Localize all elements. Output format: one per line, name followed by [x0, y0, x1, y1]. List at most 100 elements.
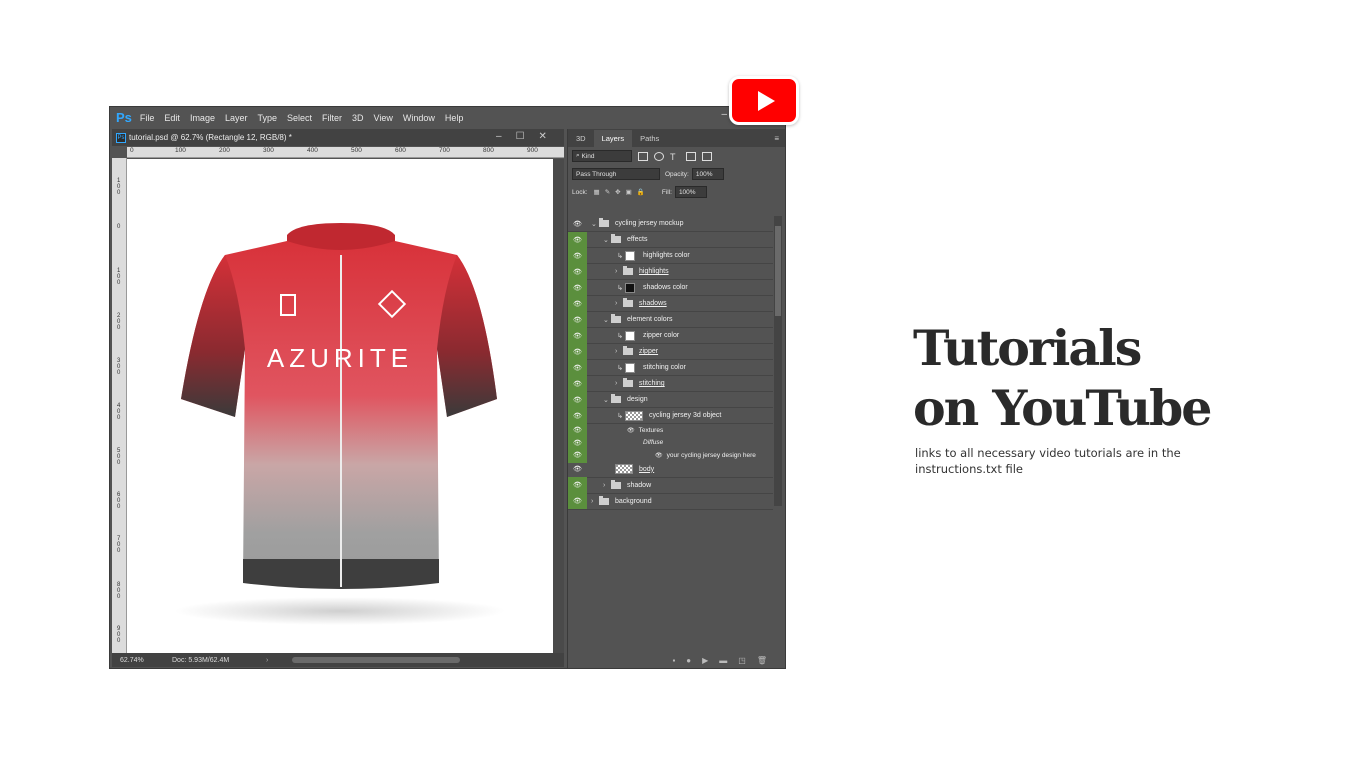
- chevron-down-icon[interactable]: ⌄: [603, 396, 611, 404]
- visibility-eye-icon[interactable]: 👁: [568, 493, 587, 509]
- sub-visibility-eye-icon[interactable]: 👁: [655, 452, 663, 459]
- type-filter-icon[interactable]: T: [670, 152, 680, 162]
- layer-row[interactable]: 👁 › shadow: [568, 477, 773, 494]
- layer-row[interactable]: 👁 👁 your cycling jersey design here: [568, 447, 773, 464]
- visibility-eye-icon[interactable]: 👁: [568, 343, 587, 360]
- menu-filter[interactable]: Filter: [322, 113, 342, 123]
- layer-row[interactable]: 👁 👁 Textures: [568, 422, 773, 439]
- visibility-eye-icon[interactable]: 👁: [568, 375, 587, 392]
- visibility-eye-icon[interactable]: 👁: [568, 263, 587, 280]
- chevron-right-icon[interactable]: ›: [591, 498, 599, 505]
- visibility-eye-icon[interactable]: 👁: [568, 295, 587, 312]
- menu-window[interactable]: Window: [403, 113, 435, 123]
- adjustment-filter-icon[interactable]: [654, 151, 664, 161]
- lock-icons[interactable]: ▦✎✥▣🔒: [594, 188, 650, 196]
- chevron-right-icon[interactable]: ›: [615, 380, 623, 387]
- layers-scrollbar[interactable]: [774, 216, 782, 506]
- ruler-vertical[interactable]: 100 0 100 200 300 400 500 600 700 800 90…: [112, 158, 127, 653]
- menu-help[interactable]: Help: [445, 113, 464, 123]
- menu-layer[interactable]: Layer: [225, 113, 248, 123]
- layer-row[interactable]: 👁 › background: [568, 493, 773, 510]
- tab-3d[interactable]: 3D: [568, 130, 594, 147]
- fill-label: Fill:: [661, 188, 672, 196]
- sub-visibility-eye-icon[interactable]: 👁: [627, 427, 635, 434]
- layer-row[interactable]: 👁 ↳ shadows color: [568, 279, 773, 296]
- visibility-eye-icon[interactable]: 👁: [568, 461, 587, 477]
- doc-minimize-button[interactable]: –: [496, 131, 502, 142]
- layer-row[interactable]: 👁 ⌄ cycling jersey mockup: [568, 216, 773, 232]
- youtube-badge[interactable]: [729, 76, 799, 125]
- opacity-input[interactable]: 100%: [691, 168, 724, 180]
- ruler-tick: 700: [439, 147, 450, 154]
- menu-view[interactable]: View: [374, 113, 393, 123]
- layer-row[interactable]: 👁 › stitching: [568, 375, 773, 392]
- ruler-tick: 100: [175, 147, 186, 154]
- window-minimize-button[interactable]: –: [721, 109, 727, 120]
- ruler-tick: 400: [117, 403, 121, 421]
- layer-row[interactable]: 👁 ⌄ design: [568, 391, 773, 408]
- menu-3d[interactable]: 3D: [352, 113, 364, 123]
- tab-paths[interactable]: Paths: [632, 130, 667, 147]
- visibility-eye-icon[interactable]: 👁: [568, 311, 587, 328]
- chevron-right-icon[interactable]: ›: [615, 268, 623, 275]
- layer-row[interactable]: 👁 ↳ zipper color: [568, 327, 773, 344]
- layer-row[interactable]: 👁 ⌄ element colors: [568, 311, 773, 328]
- layer-row[interactable]: 👁 › zipper: [568, 343, 773, 360]
- delete-layer-icon[interactable]: 🗑: [757, 656, 767, 665]
- filter-kind-select[interactable]: ⌕ Kind: [572, 150, 632, 162]
- layer-row[interactable]: 👁 Diffuse: [568, 434, 773, 451]
- chevron-right-icon[interactable]: ›: [615, 300, 623, 307]
- add-style-icon[interactable]: ●: [686, 656, 691, 665]
- layer-name: background: [615, 497, 652, 505]
- ruler-tick: 0: [117, 224, 121, 230]
- pixel-filter-icon[interactable]: [638, 151, 648, 161]
- chevron-down-icon[interactable]: ⌄: [591, 220, 599, 228]
- chevron-right-icon[interactable]: ›: [603, 482, 611, 489]
- visibility-eye-icon[interactable]: 👁: [568, 279, 587, 296]
- add-mask-icon[interactable]: ▶: [702, 656, 708, 665]
- smart-object-filter-icon[interactable]: [702, 151, 712, 161]
- menu-select[interactable]: Select: [287, 113, 312, 123]
- menu-image[interactable]: Image: [190, 113, 215, 123]
- visibility-eye-icon[interactable]: 👁: [568, 477, 587, 493]
- doc-close-button[interactable]: ✕: [539, 131, 547, 142]
- visibility-eye-icon[interactable]: 👁: [568, 216, 587, 232]
- menu-file[interactable]: File: [140, 113, 155, 123]
- panel-menu-icon[interactable]: ≡: [774, 134, 779, 143]
- layer-row[interactable]: 👁 body: [568, 462, 773, 478]
- layer-row[interactable]: 👁 › shadows: [568, 295, 773, 312]
- shape-filter-icon[interactable]: [686, 151, 696, 161]
- chevron-down-icon[interactable]: ⌄: [603, 236, 611, 244]
- document-canvas[interactable]: AZURITE: [127, 159, 553, 653]
- new-group-icon[interactable]: ▬: [719, 656, 727, 665]
- layer-thumbnail: [625, 330, 635, 341]
- visibility-eye-icon[interactable]: 👁: [568, 247, 587, 264]
- canvas-horizontal-scrollbar[interactable]: [292, 657, 460, 663]
- menu-edit[interactable]: Edit: [164, 113, 180, 123]
- layer-row[interactable]: 👁 › highlights: [568, 263, 773, 280]
- chevron-down-icon[interactable]: ⌄: [603, 316, 611, 324]
- canvas-vertical-scrollbar[interactable]: [553, 159, 564, 653]
- folder-icon: [623, 346, 633, 355]
- link-layers-icon[interactable]: ▪: [672, 656, 675, 665]
- visibility-eye-icon[interactable]: 👁: [568, 231, 587, 248]
- layer-row[interactable]: 👁 ↳ highlights color: [568, 247, 773, 264]
- visibility-eye-icon[interactable]: 👁: [568, 407, 587, 424]
- status-arrow-icon[interactable]: ›: [266, 657, 268, 664]
- layer-row[interactable]: 👁 ⌄ effects: [568, 231, 773, 248]
- layer-row[interactable]: 👁 ↳ cycling jersey 3d object: [568, 407, 773, 424]
- fill-input[interactable]: 100%: [674, 186, 707, 198]
- chevron-right-icon[interactable]: ›: [615, 348, 623, 355]
- ruler-horizontal[interactable]: 0 100 200 300 400 500 600 700 800 900: [127, 147, 564, 158]
- blend-mode-select[interactable]: Pass Through: [572, 168, 660, 180]
- menu-type[interactable]: Type: [257, 113, 277, 123]
- visibility-eye-icon[interactable]: 👁: [568, 391, 587, 408]
- tab-layers[interactable]: Layers: [593, 130, 633, 147]
- layer-row[interactable]: 👁 ↳ stitching color: [568, 359, 773, 376]
- doc-maximize-button[interactable]: ☐: [516, 131, 525, 142]
- new-layer-icon[interactable]: ◳: [738, 656, 746, 665]
- visibility-eye-icon[interactable]: 👁: [568, 359, 587, 376]
- folder-icon: [599, 495, 609, 505]
- zoom-level[interactable]: 62.74%: [112, 657, 154, 664]
- visibility-eye-icon[interactable]: 👁: [568, 327, 587, 344]
